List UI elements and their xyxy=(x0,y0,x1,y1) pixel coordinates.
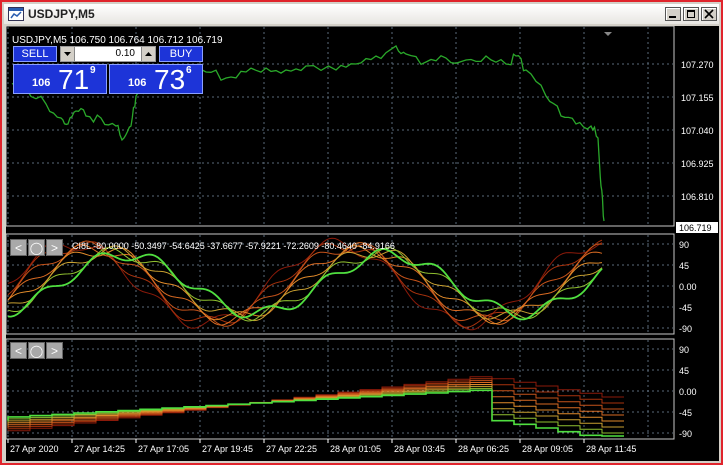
axis-tick-label: -90 xyxy=(679,429,692,439)
circle-toggle-icon[interactable]: ◯ xyxy=(28,342,45,359)
indicator1-nav[interactable]: < ◯ > xyxy=(10,239,63,256)
time-tick-label: 27 Apr 22:25 xyxy=(266,444,317,454)
price-tick-label: 106.925 xyxy=(681,159,714,169)
buy-button[interactable]: BUY xyxy=(159,46,203,62)
ask-prefix: 106 xyxy=(128,77,147,89)
price-tick-label: 107.155 xyxy=(681,93,714,103)
ask-big-digits: 73 xyxy=(154,64,186,95)
time-tick-label: 27 Apr 2020 xyxy=(10,444,59,454)
indicator1-label: CI8L -80.0000 -50.3497 -54.6425 -37.6677… xyxy=(72,241,395,251)
ask-last-digit: 6 xyxy=(186,65,192,76)
one-click-trading-panel: SELL 0.10 BUY 106 71 9 106 73 6 xyxy=(10,44,206,95)
axis-tick-label: 0.00 xyxy=(679,387,697,397)
time-tick-label: 28 Apr 06:25 xyxy=(458,444,509,454)
lot-decrease-icon[interactable] xyxy=(61,47,75,61)
lot-size-value[interactable]: 0.10 xyxy=(116,48,135,59)
close-button[interactable] xyxy=(701,7,717,21)
time-tick-label: 27 Apr 19:45 xyxy=(202,444,253,454)
scroll-left-icon[interactable]: < xyxy=(10,239,27,256)
time-tick-label: 28 Apr 11:45 xyxy=(586,444,636,454)
price-tick-label: 107.270 xyxy=(681,60,714,70)
axis-tick-label: 0.00 xyxy=(679,282,697,292)
axis-tick-label: -45 xyxy=(679,303,692,313)
scroll-left-icon[interactable]: < xyxy=(10,342,27,359)
buy-price-box[interactable]: 106 73 6 xyxy=(109,64,203,95)
price-axis: 107.270 107.155 107.040 106.925 106.810 xyxy=(681,60,714,202)
scroll-right-icon[interactable]: > xyxy=(46,342,63,359)
axis-tick-label: 45 xyxy=(679,261,689,271)
time-tick-label: 28 Apr 09:05 xyxy=(522,444,573,454)
time-tick-label: 28 Apr 01:05 xyxy=(330,444,381,454)
axis-tick-label: -90 xyxy=(679,324,692,334)
window-title: USDJPY,M5 xyxy=(28,7,95,21)
bid-big-digits: 71 xyxy=(58,64,90,95)
sell-button[interactable]: SELL xyxy=(13,46,57,62)
chart-window: USDJPY,M5 USDJPY,M5 106.750 106.764 106.… xyxy=(0,0,723,465)
title-bar[interactable]: USDJPY,M5 xyxy=(4,4,719,24)
time-tick-label: 27 Apr 17:05 xyxy=(138,444,189,454)
chart-window-icon xyxy=(8,7,24,21)
axis-tick-label: -45 xyxy=(679,408,692,418)
bid-prefix: 106 xyxy=(32,77,51,89)
indicator2-nav[interactable]: < ◯ > xyxy=(10,342,63,359)
indicator2-panel xyxy=(5,338,675,440)
axis-tick-label: 45 xyxy=(679,366,689,376)
axis-tick-label: 90 xyxy=(679,345,689,355)
minimize-button[interactable] xyxy=(665,7,681,21)
time-axis: 27 Apr 2020 27 Apr 14:25 27 Apr 17:05 27 Ap… xyxy=(7,439,636,454)
current-price-label: 106.719 xyxy=(679,223,712,233)
indicator1-axis: 90 45 0.00 -45 -90 xyxy=(679,240,697,334)
time-tick-label: 27 Apr 14:25 xyxy=(74,444,125,454)
circle-toggle-icon[interactable]: ◯ xyxy=(28,239,45,256)
lot-size-stepper[interactable]: 0.10 xyxy=(60,46,156,62)
indicator2-axis: 90 45 0.00 -45 -90 xyxy=(679,345,697,439)
maximize-button[interactable] xyxy=(683,7,699,21)
scroll-right-icon[interactable]: > xyxy=(46,239,63,256)
price-tick-label: 106.810 xyxy=(681,192,714,202)
lot-increase-icon[interactable] xyxy=(141,47,155,61)
price-tick-label: 107.040 xyxy=(681,126,714,136)
bid-last-digit: 9 xyxy=(90,65,96,76)
sell-price-box[interactable]: 106 71 9 xyxy=(13,64,107,95)
time-tick-label: 28 Apr 03:45 xyxy=(394,444,445,454)
axis-tick-label: 90 xyxy=(679,240,689,250)
chart-area[interactable]: USDJPY,M5 106.750 106.764 106.712 106.71… xyxy=(5,25,719,461)
